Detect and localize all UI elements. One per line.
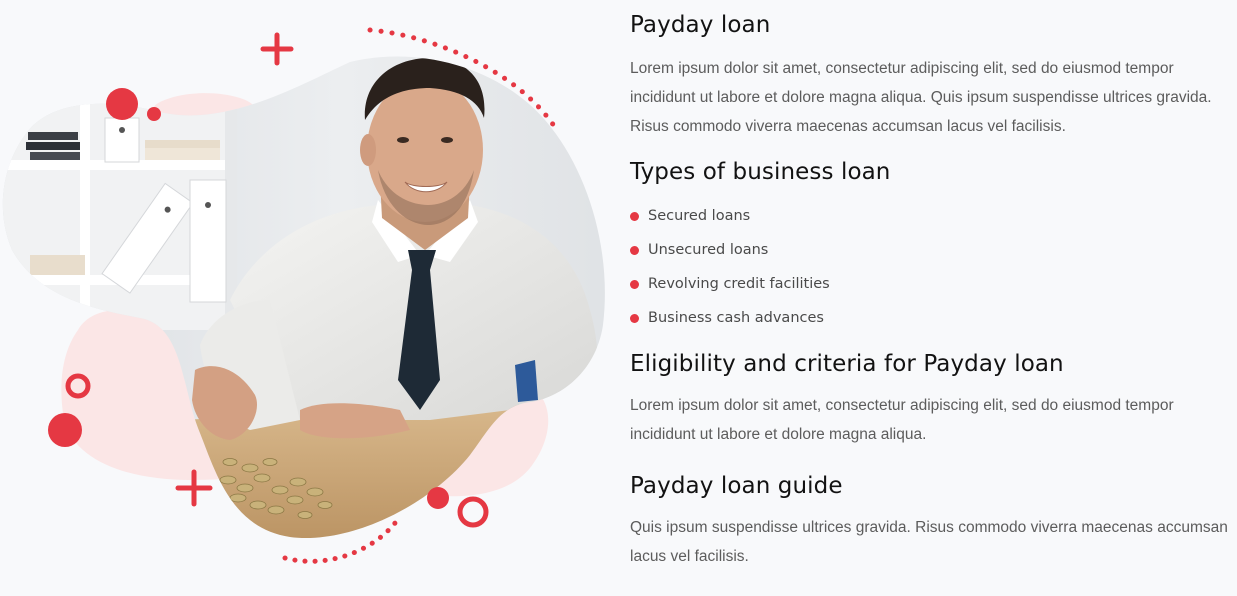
content-column: Payday loan Lorem ipsum dolor sit amet, … [630,8,1230,571]
business-loan-types-list: Secured loans Unsecured loans Revolving … [630,199,1230,335]
section-heading-eligibility: Eligibility and criteria for Payday loan [630,351,1064,377]
list-item: Unsecured loans [630,233,1230,267]
section-heading-types-of-business-loan: Types of business loan [630,159,891,185]
section-text-payday-loan-guide: Quis ipsum suspendisse ultrices gravida.… [630,519,1228,565]
list-item: Revolving credit facilities [630,267,1230,301]
plus-icon-top [260,32,294,66]
list-item-label: Revolving credit facilities [648,276,830,292]
circle-dot-bottom-icon [427,487,449,509]
circle-dot-small-icon [147,107,161,121]
section-heading-payday-loan-guide: Payday loan guide [630,473,843,499]
hero-visual [0,0,620,596]
list-item-label: Business cash advances [648,310,824,326]
hero-illustration [2,27,605,564]
list-item-label: Secured loans [648,208,751,224]
bullet-dot-icon [630,280,639,289]
section-heading-payday-loan: Payday loan [630,12,771,38]
section-text-payday-loan: Lorem ipsum dolor sit amet, consectetur … [630,60,1212,135]
bullet-dot-icon [630,314,639,323]
businessman-handshake-photo-icon [2,56,605,539]
circle-dot-left-icon [48,413,82,447]
circle-dot-top-icon [106,88,138,120]
bullet-dot-icon [630,246,639,255]
section-text-eligibility: Lorem ipsum dolor sit amet, consectetur … [630,397,1174,443]
ring-bottom-icon [457,496,489,528]
list-item: Business cash advances [630,301,1230,335]
list-item-label: Unsecured loans [648,242,769,258]
bullet-dot-icon [630,212,639,221]
list-item: Secured loans [630,199,1230,233]
